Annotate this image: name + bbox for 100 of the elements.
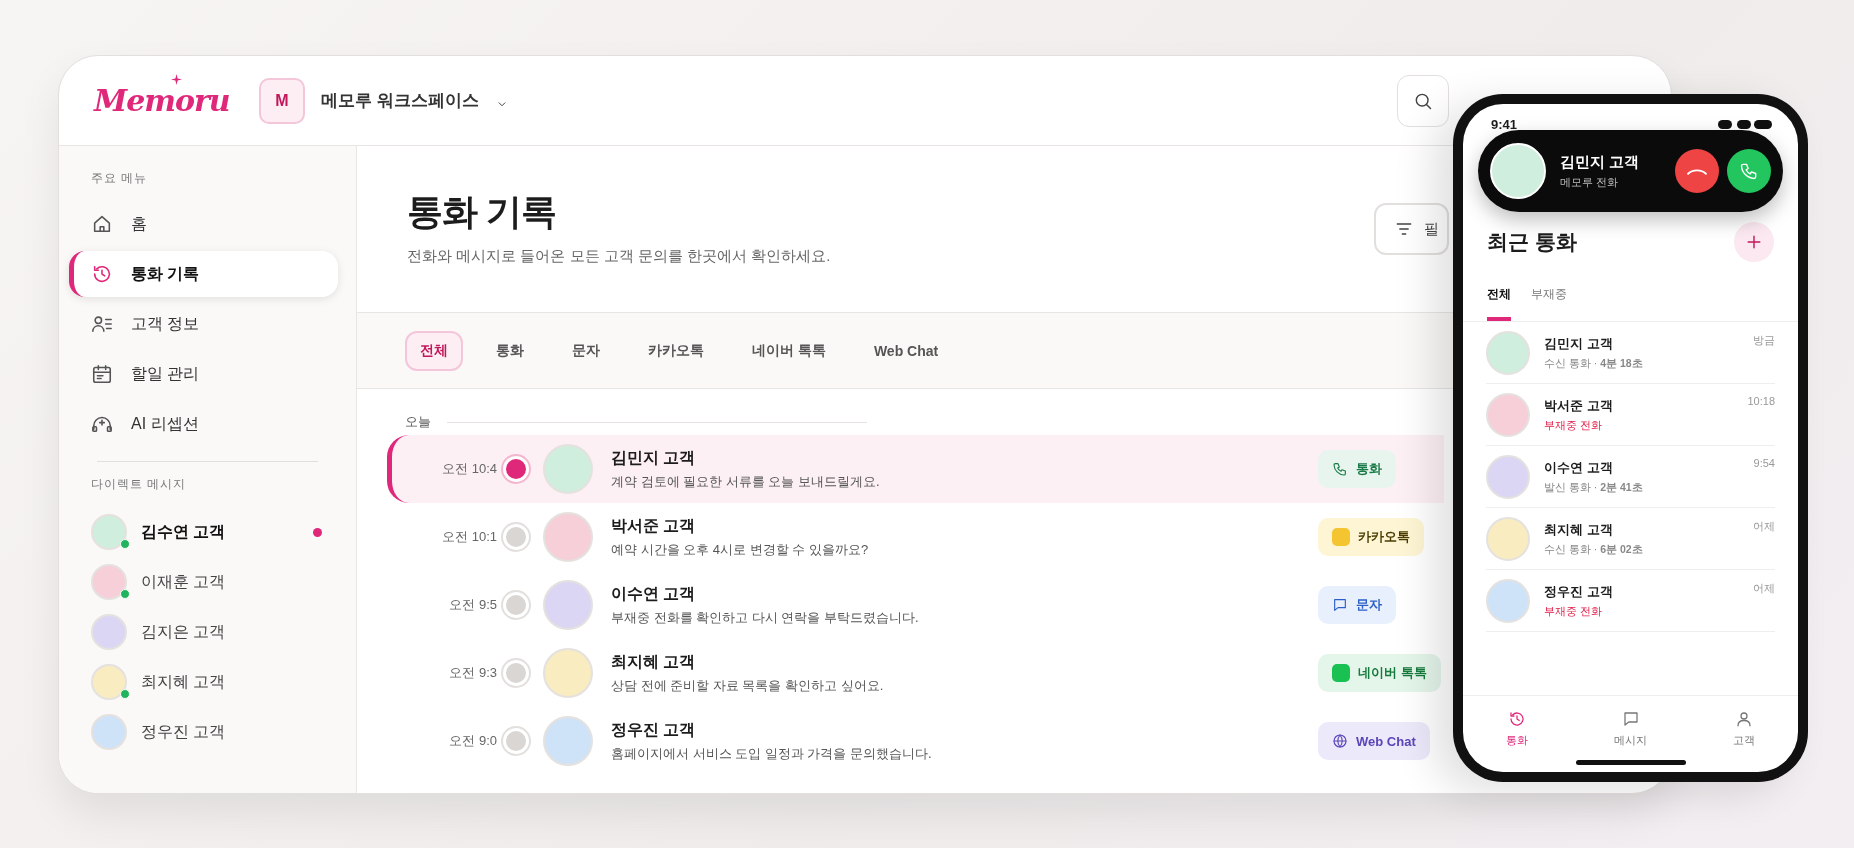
filter-tab[interactable]: Web Chat	[858, 331, 954, 370]
phone-icon	[1739, 161, 1759, 181]
screen-title: 최근 통화	[1487, 229, 1577, 255]
channel-badge: 문자	[1318, 586, 1396, 624]
timeline-row[interactable]: 오전 9:0 정우진 고객 홈페이지에서 서비스 도입 일정과 가격을 문의했습니다. Web Chat	[387, 707, 1444, 775]
message-preview: 부재중 전화를 확인하고 다시 연락을 부탁드렸습니다.	[611, 608, 920, 627]
filter-tab[interactable]: 통화	[481, 330, 539, 371]
call-time: 방금	[1753, 333, 1775, 348]
filter-tab[interactable]: 네이버 톡톡	[737, 330, 841, 371]
logo: Memoru	[94, 83, 230, 118]
search-button[interactable]	[1397, 74, 1449, 127]
timeline-row[interactable]: 오전 10:1 박서준 고객 예약 시간을 오후 4시로 변경할 수 있을까요? 카카오톡	[387, 503, 1444, 571]
channel-badge: 네이버 톡톡	[1318, 654, 1441, 692]
filter-tab[interactable]: 카카오톡	[633, 330, 719, 371]
accept-button[interactable]	[1727, 149, 1771, 193]
call-detail: 부재중 전화	[1544, 418, 1603, 433]
call-detail: 부재중 전화	[1544, 604, 1603, 619]
page-subtitle: 전화와 메시지로 들어온 모든 고객 문의를 한곳에서 확인하세요.	[407, 247, 831, 266]
group-label: 오늘	[405, 413, 431, 431]
channel-badge: 카카오톡	[1318, 518, 1424, 556]
timeline-dot	[503, 456, 529, 482]
timeline-row[interactable]: 오전 9:5 이수연 고객 부재중 전화를 확인하고 다시 연락을 부탁드렸습니다. 문자	[387, 571, 1444, 639]
history-icon	[1508, 710, 1526, 728]
call-item[interactable]: 김민지 고객 수신 통화 · 4분 18초 방금	[1486, 322, 1775, 384]
direct-message-item[interactable]: 이재훈 고객	[69, 557, 338, 607]
calendar-icon	[91, 363, 113, 385]
chat-bubble-icon	[1621, 710, 1640, 728]
contact-name: 이수연 고객	[1544, 458, 1614, 477]
call-item[interactable]: 박서준 고객 부재중 전화 10:18	[1486, 384, 1775, 446]
time-label: 오전 10:4	[441, 460, 497, 478]
time-label: 오전 9:5	[448, 596, 497, 614]
tab[interactable]: 부재중	[1531, 280, 1567, 321]
filter-tab[interactable]: 전체	[405, 330, 463, 371]
person-icon	[1735, 710, 1753, 728]
globe-icon	[1332, 733, 1348, 749]
nav-tab[interactable]: 메시지	[1608, 708, 1653, 750]
call-time: 어제	[1753, 581, 1775, 596]
timeline-row[interactable]: 오전 9:3 최지혜 고객 상담 전에 준비할 자료 목록을 확인하고 싶어요. 네이버 톡톡	[387, 639, 1444, 707]
contact-name: 김민지 고객	[611, 447, 697, 468]
contact-name: 이수연 고객	[611, 583, 697, 604]
home-icon	[91, 213, 113, 235]
direct-message-item[interactable]: 김지은 고객	[69, 607, 338, 657]
sparkle-icon	[171, 74, 182, 85]
decline-button[interactable]	[1675, 149, 1719, 193]
add-button[interactable]	[1734, 222, 1774, 262]
contact-name: 김민지 고객	[1544, 334, 1614, 353]
sidebar-item[interactable]: 홈	[69, 201, 338, 247]
nav-tab[interactable]: 고객	[1727, 708, 1761, 750]
sidebar-item[interactable]: 통화 기록	[69, 251, 338, 297]
filter-button[interactable]: 필	[1374, 203, 1449, 255]
call-detail: 발신 통화 · 2분 41초	[1544, 480, 1644, 495]
message-preview: 홈페이지에서 서비스 도입 일정과 가격을 문의했습니다.	[611, 744, 933, 763]
section-heading: 다이렉트 메시지	[91, 476, 188, 493]
timeline-dot	[503, 524, 529, 550]
timeline-row[interactable]: 오전 10:4 김민지 고객 계약 검토에 필요한 서류를 오늘 보내드릴게요. 통화	[387, 435, 1444, 503]
contact-name: 박서준 고객	[1544, 396, 1614, 415]
call-time: 10:18	[1747, 395, 1775, 407]
call-time: 어제	[1753, 519, 1775, 534]
caller-subtitle: 메모루 전화	[1560, 174, 1620, 190]
history-icon	[91, 263, 113, 285]
channel-badge: Web Chat	[1318, 722, 1430, 760]
workspace-name[interactable]: 메모루 워크스페이스	[321, 89, 479, 112]
timeline-dot	[503, 592, 529, 618]
call-detail: 수신 통화 · 4분 18초	[1544, 356, 1644, 371]
channel-badge: 통화	[1318, 450, 1396, 488]
timeline-dot	[503, 728, 529, 754]
sidebar-item[interactable]: 고객 정보	[69, 301, 338, 347]
contact-name: 정우진 고객	[1544, 582, 1614, 601]
call-detail: 수신 통화 · 6분 02초	[1544, 542, 1644, 557]
message-preview: 상담 전에 준비할 자료 목록을 확인하고 싶어요.	[611, 676, 885, 695]
timeline-dot	[503, 660, 529, 686]
time-label: 오전 10:1	[441, 528, 497, 546]
sidebar-item[interactable]: 할일 관리	[69, 351, 338, 397]
sidebar-item[interactable]: AI 리셉션	[69, 401, 338, 447]
direct-message-item[interactable]: 김수연 고객	[69, 507, 338, 557]
message-preview: 예약 시간을 오후 4시로 변경할 수 있을까요?	[611, 540, 870, 559]
caller-name: 김민지 고객	[1560, 152, 1641, 172]
call-time: 9:54	[1753, 457, 1775, 469]
naver-logo-icon	[1332, 664, 1350, 682]
hang-up-icon	[1687, 167, 1707, 175]
page-title: 통화 기록	[407, 190, 557, 234]
status-time: 9:41	[1491, 116, 1518, 132]
kakao-logo-icon	[1332, 528, 1350, 546]
direct-message-item[interactable]: 정우진 고객	[69, 707, 338, 757]
contact-name: 정우진 고객	[611, 719, 697, 740]
section-heading: 주요 메뉴	[91, 170, 149, 187]
contact-name: 최지혜 고객	[1544, 520, 1614, 539]
call-item[interactable]: 이수연 고객 발신 통화 · 2분 41초 9:54	[1486, 446, 1775, 508]
tab[interactable]: 전체	[1487, 280, 1511, 321]
nav-tab[interactable]: 통화	[1500, 708, 1534, 750]
call-item[interactable]: 최지혜 고객 수신 통화 · 6분 02초 어제	[1486, 508, 1775, 570]
call-item[interactable]: 정우진 고객 부재중 전화 어제	[1486, 570, 1775, 632]
message-preview: 계약 검토에 필요한 서류를 오늘 보내드릴게요.	[611, 472, 881, 491]
workspace-badge: M	[259, 77, 305, 124]
time-label: 오전 9:3	[448, 664, 497, 682]
filter-tab[interactable]: 문자	[557, 330, 615, 371]
time-label: 오전 9:0	[448, 732, 497, 750]
direct-message-item[interactable]: 최지혜 고객	[69, 657, 338, 707]
contact-name: 최지혜 고객	[611, 651, 697, 672]
person-list-icon	[91, 313, 113, 335]
